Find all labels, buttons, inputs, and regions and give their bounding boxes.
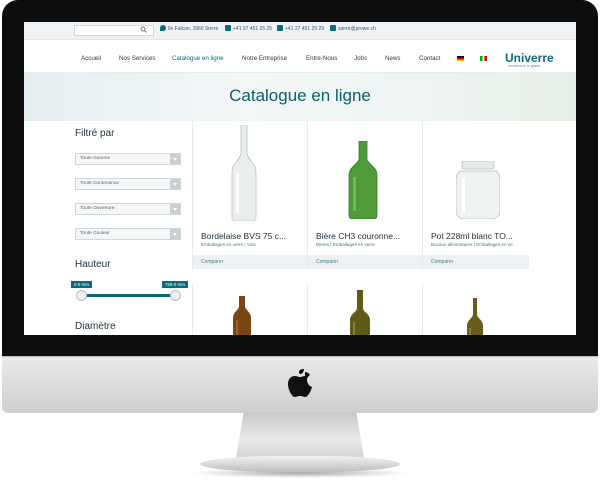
- monitor-base: [200, 456, 400, 472]
- univerre-logo[interactable]: Univerre: [505, 51, 554, 65]
- height-range-track: [80, 294, 176, 297]
- phone-icon: [225, 25, 231, 31]
- search-icon[interactable]: [140, 26, 147, 33]
- product-category: Bières | Emballages en verre: [316, 242, 375, 247]
- jar-image: [456, 161, 500, 219]
- chevron-down-icon: [170, 154, 180, 164]
- amber-bottle-image: [233, 296, 251, 335]
- top-info-bar: Ile Falcon, 3960 Sierre +41 27 451 25 25…: [24, 22, 576, 40]
- diameter-heading: Diamètre: [75, 321, 116, 332]
- apple-logo-icon: [288, 369, 312, 397]
- product-card[interactable]: [422, 284, 529, 335]
- fax-icon: [277, 25, 283, 31]
- select-ouverture[interactable]: Toute Ouverture: [75, 203, 181, 215]
- main-nav: Accueil Nos Services Catalogue en ligne …: [24, 40, 576, 73]
- select-couleur-value: Toute Couleur: [80, 231, 110, 236]
- nav-notre-entreprise[interactable]: Notre Entreprise: [242, 55, 287, 62]
- product-card[interactable]: [307, 284, 423, 335]
- italian-flag-icon[interactable]: [480, 56, 487, 61]
- compare-button[interactable]: Comparer: [193, 255, 308, 269]
- height-min-handle[interactable]: [76, 290, 87, 301]
- product-card[interactable]: [192, 284, 308, 335]
- product-category: Emballages en verre | Vins: [201, 242, 256, 247]
- product-title[interactable]: Bière CH3 couronne...: [316, 231, 418, 241]
- select-ouverture-value: Toute Ouverture: [80, 206, 115, 211]
- product-card[interactable]: Bordelaise BVS 75 c... Emballages en ver…: [192, 121, 308, 271]
- product-card[interactable]: Pot 228ml blanc TO... Bocaux alimentaire…: [422, 121, 529, 271]
- location-pin-icon: [160, 25, 166, 31]
- address-text: Ile Falcon, 3960 Sierre: [168, 26, 219, 32]
- nav-accueil[interactable]: Accueil: [81, 55, 101, 62]
- mail-icon: [330, 25, 336, 31]
- nav-jobs[interactable]: Jobs: [354, 55, 367, 62]
- height-max-label: 759.0 mm: [162, 281, 189, 288]
- compare-label: Comparer: [316, 259, 339, 265]
- logo-tagline: excellence in glass: [508, 64, 540, 68]
- product-category: Bocaux alimentaires | Emballages en ve: [431, 242, 513, 247]
- olive-bottle-image: [467, 298, 483, 335]
- height-heading: Hauteur: [75, 259, 111, 270]
- filter-heading: Filtré par: [75, 128, 115, 139]
- select-gamme-value: Toute Gamme: [80, 156, 111, 161]
- product-card[interactable]: Bière CH3 couronne... Bières | Emballage…: [307, 121, 423, 271]
- select-contenance[interactable]: Toute Contenance: [75, 178, 181, 190]
- compare-label: Comparer: [431, 259, 454, 265]
- nav-catalogue[interactable]: Catalogue en ligne: [172, 55, 224, 62]
- compare-button[interactable]: Comparer: [423, 255, 529, 269]
- website-screen: Ile Falcon, 3960 Sierre +41 27 451 25 25…: [24, 22, 576, 335]
- chevron-down-icon: [170, 179, 180, 189]
- german-flag-icon[interactable]: [457, 56, 464, 61]
- compare-button[interactable]: Comparer: [308, 255, 423, 269]
- nav-nos-services[interactable]: Nos Services: [119, 55, 155, 62]
- select-contenance-value: Toute Contenance: [80, 181, 119, 186]
- select-couleur[interactable]: Toute Couleur: [75, 228, 181, 240]
- nav-contact[interactable]: Contact: [419, 55, 440, 62]
- wine-bottle-image: [231, 125, 257, 221]
- chevron-down-icon: [170, 204, 180, 214]
- nav-news[interactable]: News: [385, 55, 400, 62]
- beer-bottle-image: [348, 141, 378, 219]
- chevron-down-icon: [170, 229, 180, 239]
- nav-entre-nous[interactable]: Entre-Nous: [306, 55, 337, 62]
- product-title[interactable]: Bordelaise BVS 75 c...: [201, 231, 303, 241]
- page-title: Catalogue en ligne: [229, 86, 371, 105]
- monitor-stand: [236, 412, 364, 458]
- compare-label: Comparer: [201, 259, 224, 265]
- fax-number: +41 27 451 25 29: [285, 26, 325, 32]
- email-link[interactable]: sierre@prowe.ch: [338, 26, 376, 32]
- height-min-label: 0.0 mm: [71, 281, 93, 288]
- product-title[interactable]: Pot 228ml blanc TO...: [431, 231, 527, 241]
- height-max-handle[interactable]: [170, 290, 181, 301]
- select-gamme[interactable]: Toute Gamme: [75, 153, 181, 165]
- phone-number[interactable]: +41 27 451 25 25: [233, 26, 272, 32]
- olive-bottle-image: [350, 290, 370, 335]
